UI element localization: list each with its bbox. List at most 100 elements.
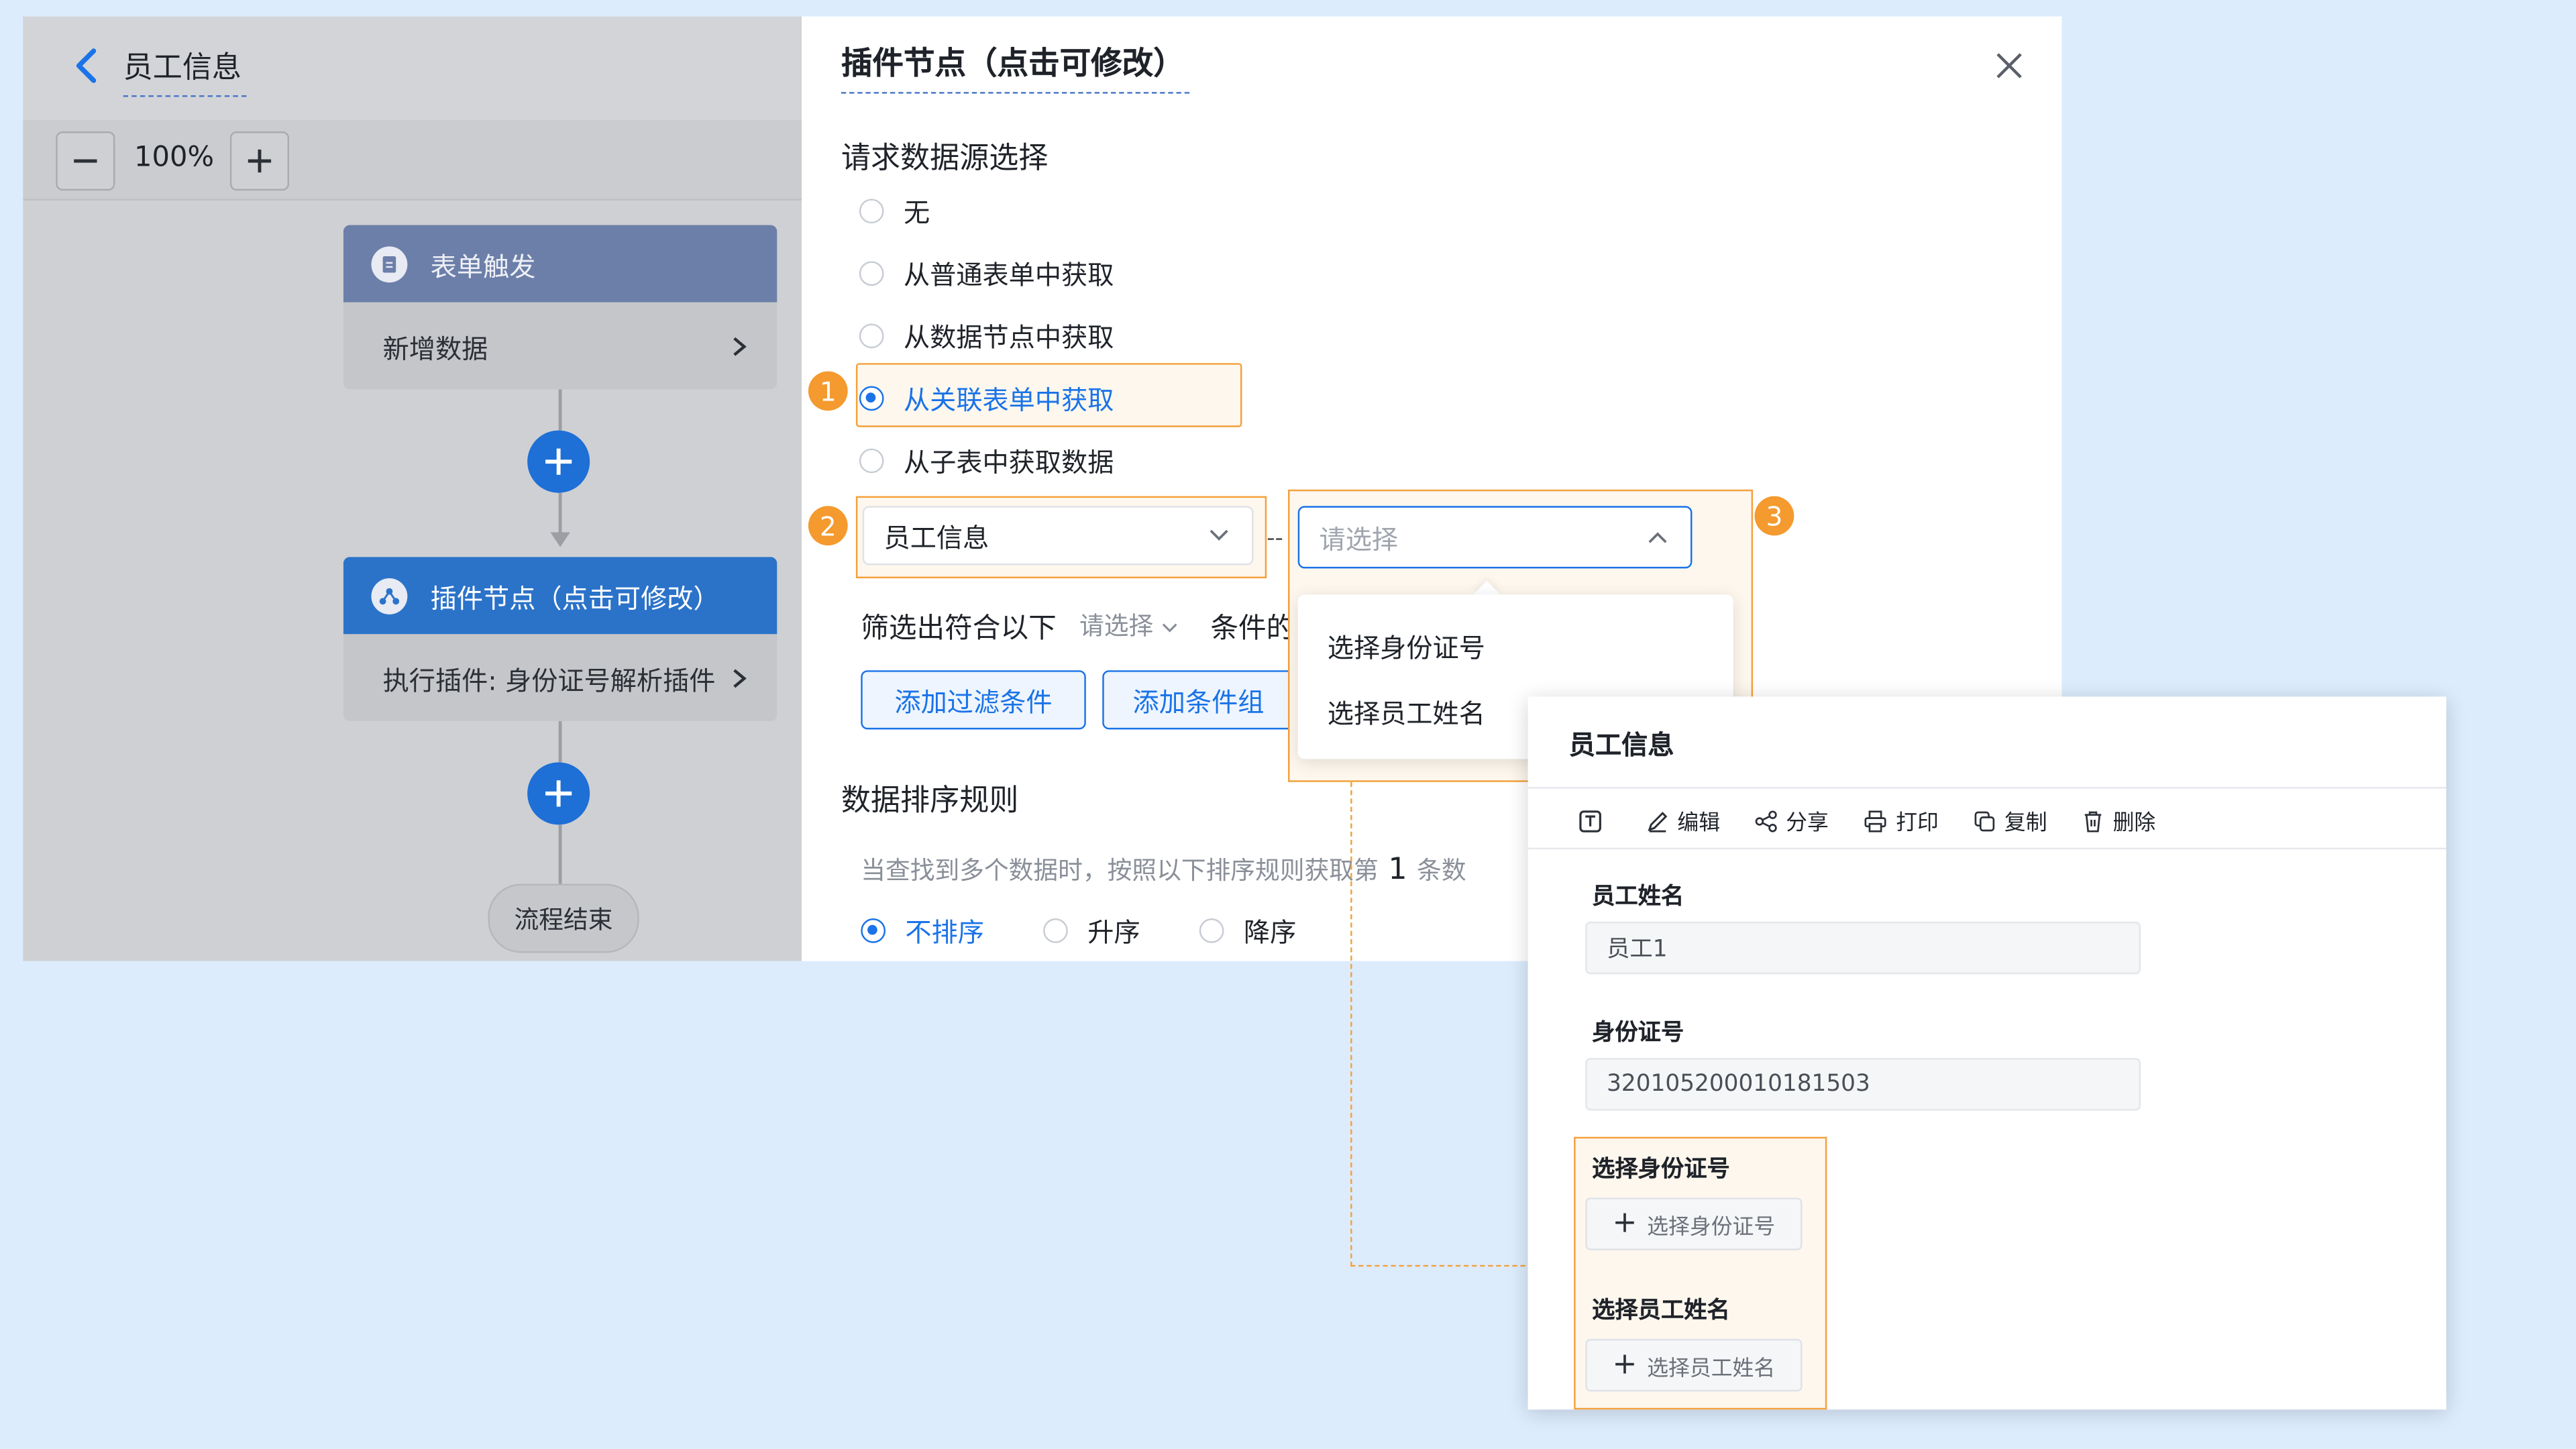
field-label-employee-name: 员工姓名 [1592,883,1684,910]
form-trigger-node[interactable]: 表单触发 新增数据 [343,225,777,390]
filter-mode-placeholder: 请选择 [1079,611,1154,641]
divider [1527,787,2447,789]
radio-label: 无 [903,197,930,229]
plus-icon [248,149,272,173]
plugin-node[interactable]: 插件节点（点击可修改） 执行插件: 身份证号解析插件 [343,557,777,722]
radio-label: 从关联表单中获取 [903,384,1114,416]
node-subtitle: 新增数据 [382,332,488,364]
pencil-icon [1648,810,1668,832]
node-header: 插件节点（点击可修改） [343,557,777,635]
title-underline [123,95,247,97]
connector-line-vertical [1350,782,1352,1267]
radio-button[interactable] [859,447,884,473]
add-filter-button[interactable]: 添加过滤条件 [861,670,1086,730]
share-button[interactable]: 分享 [1755,805,1829,837]
printer-icon [1864,810,1886,832]
callout-3: 3 [1754,496,1794,536]
field-label-id-number: 身份证号 [1592,1020,1684,1047]
add-node-button[interactable] [527,762,590,825]
filter-suffix: 条件的 [1210,612,1295,646]
flow-connector [558,721,562,763]
employee-name-input[interactable]: 员工1 [1585,921,2141,975]
sort-rules-title: 数据排序规则 [841,784,1019,818]
radio-label: 从普通表单中获取 [903,259,1114,291]
share-icon [1755,810,1777,832]
radio-button[interactable] [859,323,884,347]
arrow-down-icon [550,532,570,547]
chevron-up-icon [1648,532,1667,543]
sort-option-none[interactable]: 不排序 [861,910,984,950]
toolbar-label: 分享 [1786,811,1829,837]
add-node-button[interactable] [527,430,590,493]
button-label: 选择员工姓名 [1647,1356,1776,1381]
form-source-select[interactable]: 员工信息 [862,506,1254,566]
workflow-panel: 员工信息 100% 表单触发 新增数据 插件节点（点击可修改） 执行插件: 身份… [23,16,802,961]
sort-option-asc[interactable]: 升序 [1043,910,1140,950]
sort-options: 不排序 升序 降序 [861,910,1355,950]
pick-employee-name-button[interactable]: + 选择员工姓名 [1585,1338,1803,1392]
radio-button[interactable] [859,198,884,223]
chevron-right-icon [733,668,747,688]
node-body[interactable]: 新增数据 [343,302,777,390]
filter-mode-select[interactable]: 请选择 [1079,608,1177,642]
toolbar-label: 打印 [1896,811,1939,837]
radio-label: 降序 [1243,916,1297,949]
radio-button[interactable] [1043,917,1068,943]
dialog-title[interactable]: 插件节点（点击可修改） [841,40,1185,84]
field-label-pick-name: 选择员工姓名 [1592,1297,1730,1324]
copy-button[interactable]: 复制 [1973,805,2047,837]
radio-option-none[interactable]: 无 [859,191,930,230]
plus-icon: + [1612,1347,1638,1382]
copy-icon [1974,810,1995,831]
radio-option-subtable[interactable]: 从子表中获取数据 [859,440,1114,480]
radio-button[interactable] [859,260,884,285]
radio-option-linked-form[interactable]: 从关联表单中获取 [859,378,1114,417]
toolbar-label: 编辑 [1677,811,1721,837]
sort-description: 当查找到多个数据时，按照以下排序规则获取第 1 条数 [861,853,1466,887]
chevron-right-icon [733,336,747,356]
print-button[interactable]: 打印 [1863,805,1939,837]
delete-button[interactable]: 删除 [2082,805,2155,837]
toolbar-label: 复制 [2004,811,2047,837]
divider [1527,847,2447,850]
chevron-down-icon [1162,623,1177,633]
minus-icon [74,159,97,163]
add-condition-group-button[interactable]: 添加条件组 [1102,670,1295,730]
workflow-title: 员工信息 [123,50,242,86]
plus-icon [545,780,572,807]
pick-id-number-button[interactable]: + 选择身份证号 [1585,1197,1803,1250]
field-select[interactable]: 请选择 [1297,506,1693,569]
radio-option-normal-form[interactable]: 从普通表单中获取 [859,253,1114,292]
radio-label: 从数据节点中获取 [903,322,1114,354]
filter-condition-row: 筛选出符合以下 请选择 条件的 [861,604,1294,645]
filter-prefix: 筛选出符合以下 [861,612,1057,646]
edit-button[interactable]: 编辑 [1646,805,1720,837]
plus-icon: + [1612,1205,1638,1240]
radio-option-data-node[interactable]: 从数据节点中获取 [859,315,1114,355]
dropdown-option-employee-name[interactable]: 选择员工姓名 [1328,692,1485,731]
plugin-icon [371,577,408,614]
close-icon[interactable] [1993,49,2026,82]
zoom-out-button[interactable] [56,131,115,191]
node-header: 表单触发 [343,225,777,303]
sort-option-desc[interactable]: 降序 [1199,910,1297,950]
title-underline [841,92,1190,94]
dropdown-option-id-number[interactable]: 选择身份证号 [1328,626,1485,665]
flow-connector [558,824,562,884]
radio-button-selected[interactable] [859,385,884,411]
back-arrow-icon[interactable] [69,46,105,86]
form-toolbar: 编辑 分享 打印 复制 删除 [1577,805,2190,837]
zoom-level: 100% [134,141,215,174]
radio-button-selected[interactable] [861,917,886,943]
node-title: 插件节点（点击可修改） [430,582,720,614]
radio-button[interactable] [1199,917,1224,943]
text-format-button[interactable] [1577,808,1611,834]
node-body[interactable]: 执行插件: 身份证号解析插件 [343,634,777,722]
text-box-icon [1579,809,1601,832]
node-subtitle: 执行插件: 身份证号解析插件 [382,664,716,696]
callout-2: 2 [808,506,848,546]
zoom-in-button[interactable] [229,131,290,191]
id-number-input[interactable]: 320105200010181503 [1585,1058,2141,1111]
radio-label: 不排序 [905,916,984,949]
button-label: 选择身份证号 [1647,1215,1776,1240]
